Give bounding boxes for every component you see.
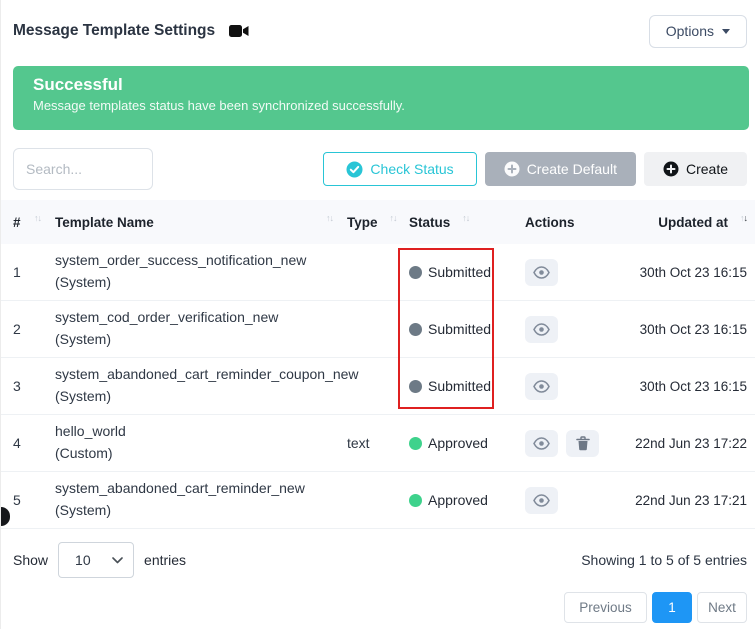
row-actions — [525, 373, 635, 400]
status-badge: Submitted — [409, 378, 525, 394]
plus-circle-icon — [504, 161, 520, 177]
alert-message: Message templates status have been synch… — [33, 98, 729, 113]
page-size-select[interactable]: 10 — [58, 542, 134, 578]
create-default-label: Create Default — [527, 161, 617, 177]
table-row: 5 system_abandoned_cart_reminder_new (Sy… — [1, 472, 755, 529]
template-name: system_abandoned_cart_reminder_coupon_ne… — [55, 364, 347, 407]
check-status-label: Check Status — [370, 161, 453, 177]
column-header-num[interactable]: # ↑↓ — [13, 215, 55, 230]
table-row: 2 system_cod_order_verification_new (Sys… — [1, 301, 755, 358]
plus-circle-icon — [663, 161, 679, 177]
eye-icon — [533, 494, 550, 507]
message-template-settings-page: Message Template Settings Options Succes… — [0, 0, 755, 629]
row-actions — [525, 259, 635, 286]
status-dot — [409, 494, 422, 507]
chevron-down-icon — [112, 557, 123, 564]
template-name: system_cod_order_verification_new (Syste… — [55, 307, 347, 350]
create-label: Create — [686, 161, 728, 177]
templates-table: # ↑↓ Template Name ↑↓ Type ↑↓ Status ↑↓ … — [1, 200, 755, 529]
row-actions — [525, 487, 635, 514]
delete-button[interactable] — [566, 430, 599, 457]
sort-icon: ↑↓ — [462, 214, 469, 223]
check-status-button[interactable]: Check Status — [323, 152, 476, 186]
entries-label: entries — [144, 552, 186, 568]
template-name: system_order_success_notification_new (S… — [55, 250, 347, 293]
search-input[interactable] — [13, 148, 153, 190]
eye-icon — [533, 437, 550, 450]
success-alert: Successful Message templates status have… — [13, 66, 749, 130]
column-header-type[interactable]: Type ↑↓ — [347, 215, 409, 230]
chevron-down-icon — [722, 29, 730, 34]
page-title: Message Template Settings — [13, 22, 215, 40]
template-name: hello_world (Custom) — [55, 421, 347, 464]
page-size-value: 10 — [75, 552, 91, 568]
sort-icon: ↑↓ — [326, 214, 333, 223]
sort-icon: ↑↓ — [740, 214, 747, 223]
table-row: 1 system_order_success_notification_new … — [1, 244, 755, 301]
view-button[interactable] — [525, 316, 558, 343]
template-name: system_abandoned_cart_reminder_new (Syst… — [55, 478, 347, 521]
row-actions — [525, 430, 635, 457]
eye-icon — [533, 380, 550, 393]
sort-icon: ↑↓ — [34, 214, 41, 223]
row-actions — [525, 316, 635, 343]
table-header-row: # ↑↓ Template Name ↑↓ Type ↑↓ Status ↑↓ … — [1, 200, 755, 244]
create-default-button[interactable]: Create Default — [485, 152, 636, 186]
table-row: 3 system_abandoned_cart_reminder_coupon_… — [1, 358, 755, 415]
video-camera-icon[interactable] — [229, 23, 250, 39]
view-button[interactable] — [525, 373, 558, 400]
table-toolbar: Check Status Create Default Create — [13, 148, 747, 190]
sort-icon: ↑↓ — [390, 214, 397, 223]
view-button[interactable] — [525, 430, 558, 457]
previous-page-button[interactable]: Previous — [564, 592, 647, 623]
check-circle-icon — [346, 161, 363, 178]
eye-icon — [533, 266, 550, 279]
status-badge: Approved — [409, 435, 525, 451]
options-button[interactable]: Options — [649, 15, 747, 48]
column-header-status[interactable]: Status ↑↓ — [409, 215, 525, 230]
create-button[interactable]: Create — [644, 152, 747, 186]
status-dot — [409, 323, 422, 336]
table-footer: Show 10 entries Showing 1 to 5 of 5 entr… — [13, 542, 747, 578]
column-header-template-name[interactable]: Template Name ↑↓ — [55, 215, 347, 230]
status-dot — [409, 437, 422, 450]
status-badge: Submitted — [409, 264, 525, 280]
column-header-updated-at[interactable]: Updated at ↑↓ — [635, 215, 747, 230]
trash-icon — [576, 436, 590, 451]
show-label: Show — [13, 552, 48, 568]
column-header-actions: Actions — [525, 215, 635, 230]
current-page-button[interactable]: 1 — [652, 592, 692, 623]
status-dot — [409, 380, 422, 393]
page-header: Message Template Settings Options — [1, 0, 755, 48]
view-button[interactable] — [525, 487, 558, 514]
status-dot — [409, 266, 422, 279]
view-button[interactable] — [525, 259, 558, 286]
eye-icon — [533, 323, 550, 336]
options-button-label: Options — [666, 23, 714, 39]
status-badge: Approved — [409, 492, 525, 508]
next-page-button[interactable]: Next — [697, 592, 747, 623]
status-badge: Submitted — [409, 321, 525, 337]
table-row: 4 hello_world (Custom) text Approved 22n… — [1, 415, 755, 472]
alert-title: Successful — [33, 75, 729, 95]
pagination: Previous 1 Next — [1, 592, 747, 623]
entries-summary: Showing 1 to 5 of 5 entries — [581, 552, 747, 568]
